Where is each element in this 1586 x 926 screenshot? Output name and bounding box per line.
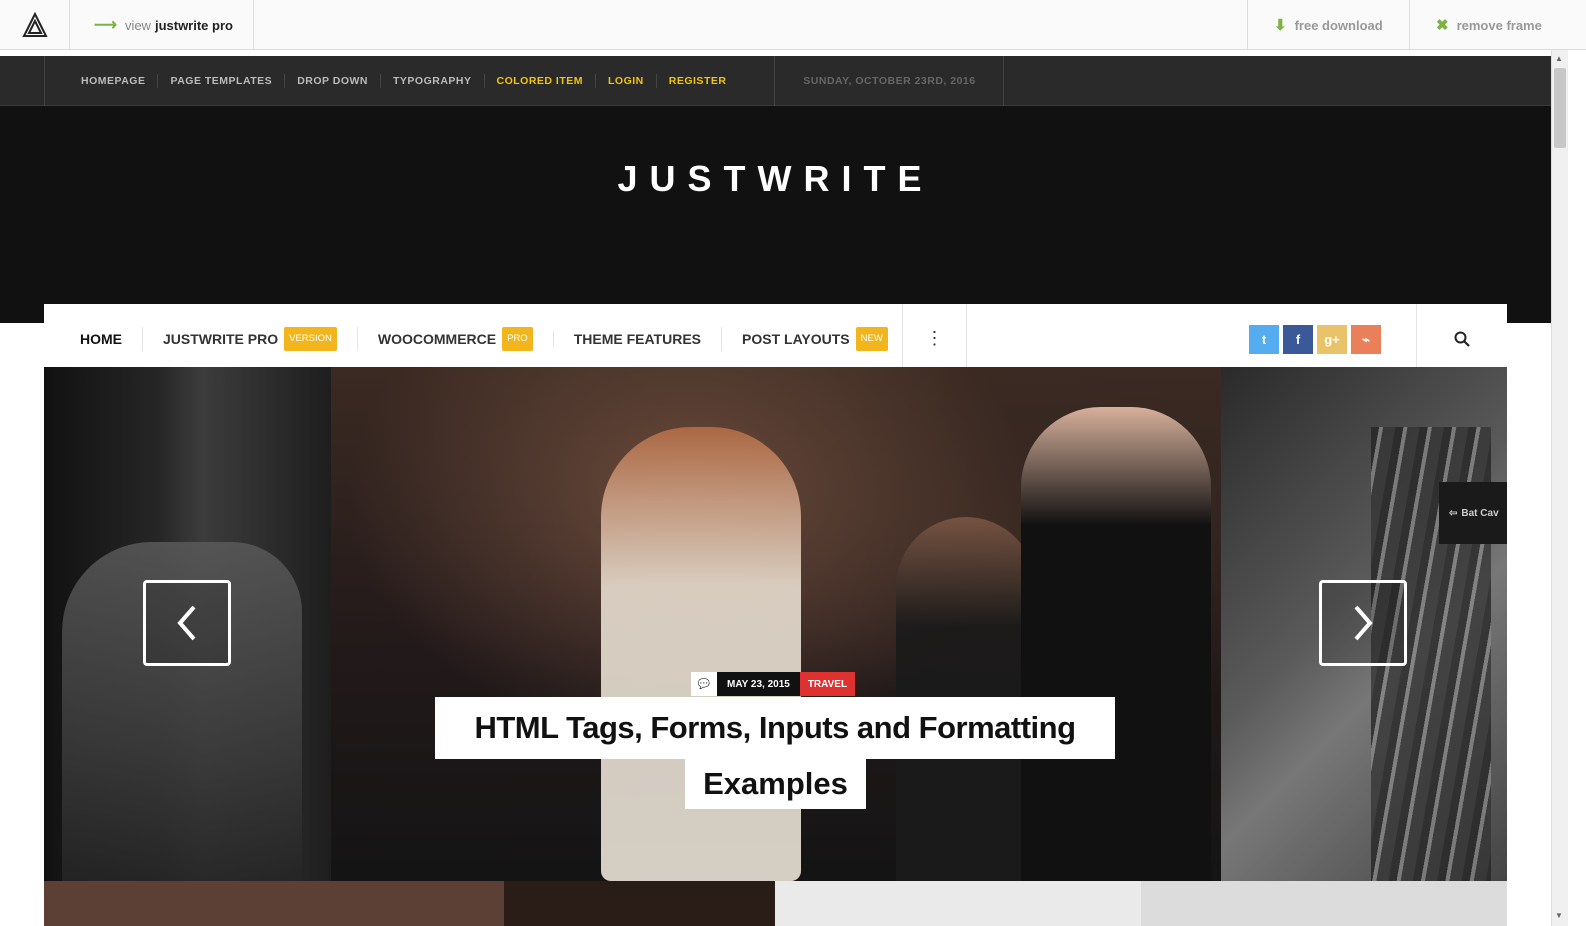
site-header: JUSTWRITE HOME JUSTWRITE PRO VERSION WOO… bbox=[0, 106, 1551, 373]
vertical-scrollbar[interactable]: ▲ ▼ bbox=[1551, 50, 1568, 926]
slider-prev-button[interactable] bbox=[143, 580, 231, 666]
preview-frame-bar: ⟶ view justwrite pro ⬇ free download ✖ r… bbox=[0, 0, 1586, 50]
nav-item-woocommerce[interactable]: WOOCOMMERCE PRO bbox=[356, 326, 553, 351]
frame-logo[interactable] bbox=[0, 0, 70, 50]
top-menu-register[interactable]: REGISTER bbox=[655, 74, 739, 88]
post-category[interactable]: TRAVEL bbox=[799, 672, 856, 696]
featured-slider: ⇦ Bat Cav 💬 MAY 23, 2015 TRAVEL HTML Tag… bbox=[44, 367, 1507, 881]
nav-item-theme-features[interactable]: THEME FEATURES bbox=[552, 330, 721, 347]
nav-item-label: HOME bbox=[80, 330, 122, 347]
vertical-dots-icon: ⋮ bbox=[925, 328, 944, 348]
google-plus-button[interactable]: g+ bbox=[1317, 325, 1347, 354]
view-pro-link[interactable]: ⟶ view justwrite pro bbox=[70, 0, 254, 50]
nav-item-label: JUSTWRITE PRO bbox=[163, 330, 279, 347]
station-sign: ⇦ Bat Cav bbox=[1439, 482, 1507, 544]
station-sign-text: Bat Cav bbox=[1461, 507, 1499, 519]
nav-item-label: WOOCOMMERCE bbox=[377, 330, 497, 347]
facebook-icon: f bbox=[1295, 332, 1301, 347]
search-icon bbox=[1454, 331, 1470, 347]
remove-frame-label: remove frame bbox=[1456, 17, 1542, 33]
a-logo-icon bbox=[21, 12, 48, 37]
nav-item-home[interactable]: HOME bbox=[80, 331, 142, 347]
post-thumb[interactable] bbox=[504, 881, 775, 926]
social-links: t f g+ ⌁ bbox=[1249, 325, 1381, 354]
top-menu-homepage[interactable]: HOMEPAGE bbox=[69, 74, 157, 88]
twitter-icon: t bbox=[1261, 332, 1267, 347]
close-icon: ✖ bbox=[1436, 17, 1449, 34]
nav-item-post-layouts[interactable]: POST LAYOUTS NEW bbox=[721, 326, 908, 351]
scroll-down-icon[interactable]: ▼ bbox=[1555, 911, 1563, 920]
version-badge: VERSION bbox=[284, 326, 337, 351]
post-meta: 💬 MAY 23, 2015 TRAVEL bbox=[691, 672, 856, 696]
free-download-label: free download bbox=[1294, 17, 1383, 33]
current-date: SUNDAY, OCTOBER 23RD, 2016 bbox=[775, 56, 1005, 106]
top-menu-colored-item[interactable]: COLORED ITEM bbox=[483, 74, 596, 88]
post-thumb[interactable] bbox=[775, 881, 1141, 926]
chevron-right-icon bbox=[1354, 605, 1373, 641]
pro-badge: PRO bbox=[502, 326, 533, 351]
view-product-name: justwrite pro bbox=[154, 17, 233, 33]
post-title-line-2[interactable]: Examples bbox=[685, 759, 866, 809]
post-thumb[interactable] bbox=[1141, 881, 1507, 926]
rss-icon: ⌁ bbox=[1362, 331, 1370, 347]
top-menu-typography[interactable]: TYPOGRAPHY bbox=[380, 74, 484, 88]
post-grid-preview bbox=[44, 881, 1507, 926]
comment-icon[interactable]: 💬 bbox=[691, 672, 717, 696]
remove-frame-button[interactable]: ✖ remove frame bbox=[1409, 0, 1586, 50]
more-menu-button[interactable]: ⋮ bbox=[902, 304, 967, 373]
nav-item-label: POST LAYOUTS bbox=[742, 330, 850, 347]
arrow-right-icon: ⟶ bbox=[94, 17, 117, 34]
chevron-left-icon bbox=[177, 605, 196, 641]
post-thumb[interactable] bbox=[44, 881, 504, 926]
free-download-button[interactable]: ⬇ free download bbox=[1247, 0, 1409, 50]
slider-next-button[interactable] bbox=[1319, 580, 1407, 666]
facebook-button[interactable]: f bbox=[1283, 325, 1313, 354]
nav-item-label: THEME FEATURES bbox=[573, 330, 702, 347]
scroll-up-icon[interactable]: ▲ bbox=[1555, 54, 1563, 63]
top-menu-drop-down[interactable]: DROP DOWN bbox=[284, 74, 380, 88]
twitter-button[interactable]: t bbox=[1249, 325, 1279, 354]
top-bar: HOMEPAGE PAGE TEMPLATES DROP DOWN TYPOGR… bbox=[0, 56, 1551, 106]
scrollbar-thumb[interactable] bbox=[1554, 68, 1566, 148]
download-icon: ⬇ bbox=[1274, 17, 1287, 34]
nav-item-justwrite-pro[interactable]: JUSTWRITE PRO VERSION bbox=[142, 326, 357, 351]
rss-button[interactable]: ⌁ bbox=[1351, 325, 1381, 354]
top-menu-login[interactable]: LOGIN bbox=[595, 74, 656, 88]
post-title-line-1[interactable]: HTML Tags, Forms, Inputs and Formatting bbox=[435, 697, 1115, 759]
post-date: MAY 23, 2015 bbox=[717, 672, 800, 696]
top-menu: HOMEPAGE PAGE TEMPLATES DROP DOWN TYPOGR… bbox=[45, 56, 776, 106]
search-button[interactable] bbox=[1416, 304, 1507, 373]
website-page: HOMEPAGE PAGE TEMPLATES DROP DOWN TYPOGR… bbox=[0, 56, 1551, 926]
arrow-left-icon: ⇦ bbox=[1449, 507, 1458, 519]
view-prefix: view bbox=[124, 17, 151, 33]
main-navigation: HOME JUSTWRITE PRO VERSION WOOCOMMERCE P… bbox=[44, 304, 1507, 373]
new-badge: NEW bbox=[855, 326, 888, 351]
google-plus-icon: g+ bbox=[1324, 332, 1340, 347]
site-logo[interactable]: JUSTWRITE bbox=[0, 158, 1551, 200]
top-menu-page-templates[interactable]: PAGE TEMPLATES bbox=[157, 74, 284, 88]
